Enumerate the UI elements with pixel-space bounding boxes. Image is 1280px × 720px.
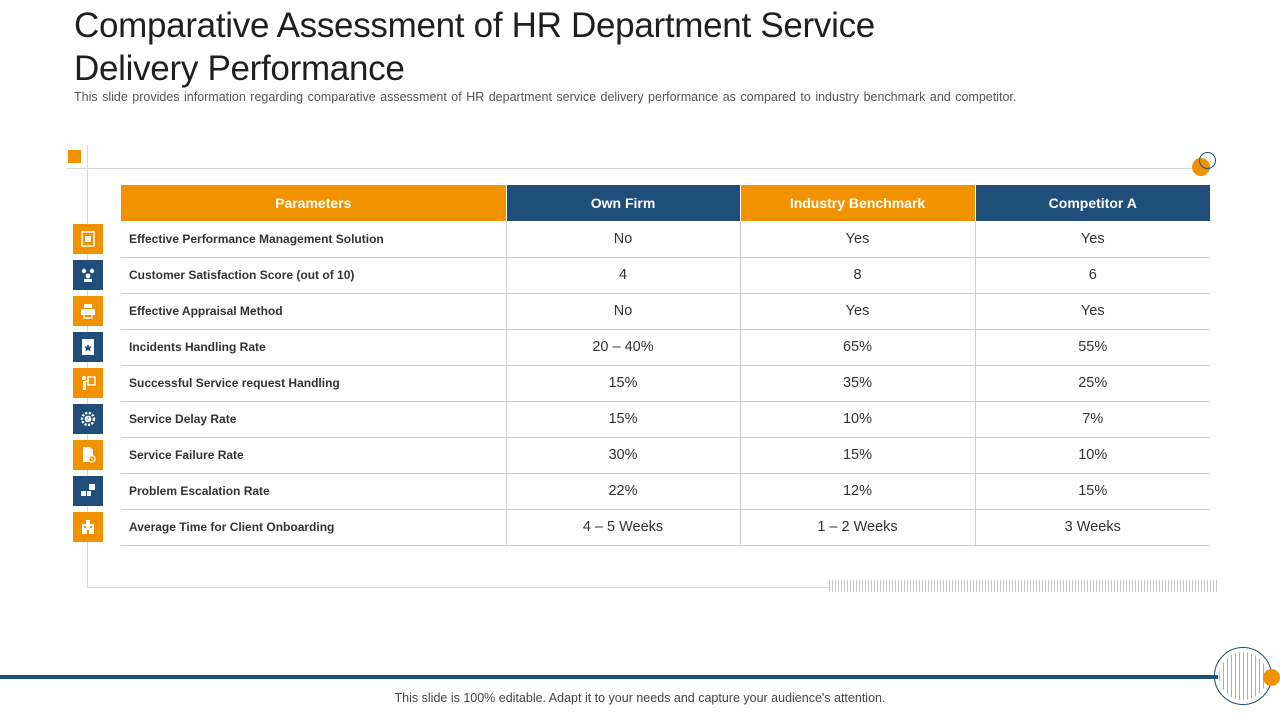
- gear-question-icon: ?: [73, 404, 103, 434]
- ring-circle-decoration: [1199, 152, 1216, 169]
- row-industry-benchmark: 10%: [739, 401, 975, 438]
- table-row: Customer Satisfaction Score (out of 10) …: [121, 257, 1210, 294]
- hatch-decoration: [829, 580, 1217, 592]
- row-industry-benchmark: 65%: [739, 329, 975, 366]
- row-own-firm: No: [505, 293, 740, 330]
- presenter-icon: [73, 368, 103, 398]
- row-industry-benchmark: Yes: [739, 221, 975, 258]
- corner-square-decoration: [68, 150, 81, 163]
- row-competitor-a: Yes: [974, 293, 1210, 330]
- row-parameter: Customer Satisfaction Score (out of 10): [121, 257, 506, 294]
- table-row: Service Delay Rate 15% 10% 7%: [121, 401, 1210, 438]
- star-document-icon: [73, 332, 103, 362]
- frame-top-line: [66, 168, 1210, 169]
- table-header-row: Parameters Own Firm Industry Benchmark C…: [121, 185, 1210, 221]
- row-own-firm: 15%: [505, 401, 740, 438]
- slide-footer: This slide is 100% editable. Adapt it to…: [394, 691, 886, 705]
- footer-divider-line: [0, 675, 1218, 679]
- row-industry-benchmark: 35%: [739, 365, 975, 402]
- row-industry-benchmark: 1 – 2 Weeks: [739, 509, 975, 546]
- row-own-firm: 4: [505, 257, 740, 294]
- row-parameter: Successful Service request Handling: [121, 365, 506, 402]
- row-competitor-a: Yes: [974, 221, 1210, 258]
- slide-subtitle: This slide provides information regardin…: [74, 90, 1017, 104]
- row-parameter: Average Time for Client Onboarding: [121, 509, 506, 546]
- row-parameter: Effective Performance Management Solutio…: [121, 221, 506, 258]
- appraisal-printer-icon: [73, 296, 103, 326]
- row-competitor-a: 7%: [974, 401, 1210, 438]
- row-own-firm: 30%: [505, 437, 740, 474]
- row-industry-benchmark: Yes: [739, 293, 975, 330]
- row-competitor-a: 15%: [974, 473, 1210, 510]
- performance-document-icon: [73, 224, 103, 254]
- comparison-table: Parameters Own Firm Industry Benchmark C…: [121, 185, 1210, 546]
- table-row: Service Failure Rate 30% 15% 10%: [121, 437, 1210, 474]
- row-competitor-a: 55%: [974, 329, 1210, 366]
- row-own-firm: 20 – 40%: [505, 329, 740, 366]
- row-competitor-a: 6: [974, 257, 1210, 294]
- row-competitor-a: 3 Weeks: [974, 509, 1210, 546]
- table-row: Effective Performance Management Solutio…: [121, 221, 1210, 258]
- table-row: Successful Service request Handling 15% …: [121, 365, 1210, 402]
- row-parameter: Incidents Handling Rate: [121, 329, 506, 366]
- row-own-firm: 4 – 5 Weeks: [505, 509, 740, 546]
- header-competitor-a: Competitor A: [974, 185, 1210, 221]
- header-parameters: Parameters: [121, 185, 506, 221]
- row-industry-benchmark: 15%: [739, 437, 975, 474]
- row-industry-benchmark: 12%: [739, 473, 975, 510]
- row-parameter: Problem Escalation Rate: [121, 473, 506, 510]
- slide-title: Comparative Assessment of HR Department …: [74, 6, 875, 88]
- row-parameter: Service Delay Rate: [121, 401, 506, 438]
- document-error-icon: [73, 440, 103, 470]
- table-row: Incidents Handling Rate 20 – 40% 65% 55%: [121, 329, 1210, 366]
- row-competitor-a: 25%: [974, 365, 1210, 402]
- row-competitor-a: 10%: [974, 437, 1210, 474]
- frame-bottom-line: [87, 587, 829, 588]
- row-own-firm: 22%: [505, 473, 740, 510]
- table-row: Effective Appraisal Method No Yes Yes: [121, 293, 1210, 330]
- escalation-blocks-icon: [73, 476, 103, 506]
- row-own-firm: 15%: [505, 365, 740, 402]
- row-parameter: Service Failure Rate: [121, 437, 506, 474]
- header-industry-benchmark: Industry Benchmark: [739, 185, 975, 221]
- header-own-firm: Own Firm: [505, 185, 740, 221]
- table-row: Problem Escalation Rate 22% 12% 15%: [121, 473, 1210, 510]
- row-industry-benchmark: 8: [739, 257, 975, 294]
- svg-text:?: ?: [87, 417, 90, 423]
- building-onboarding-icon: [73, 512, 103, 542]
- row-own-firm: No: [505, 221, 740, 258]
- row-parameter: Effective Appraisal Method: [121, 293, 506, 330]
- orange-dot-decoration: [1263, 669, 1280, 686]
- table-row: Average Time for Client Onboarding 4 – 5…: [121, 509, 1210, 546]
- customer-group-icon: [73, 260, 103, 290]
